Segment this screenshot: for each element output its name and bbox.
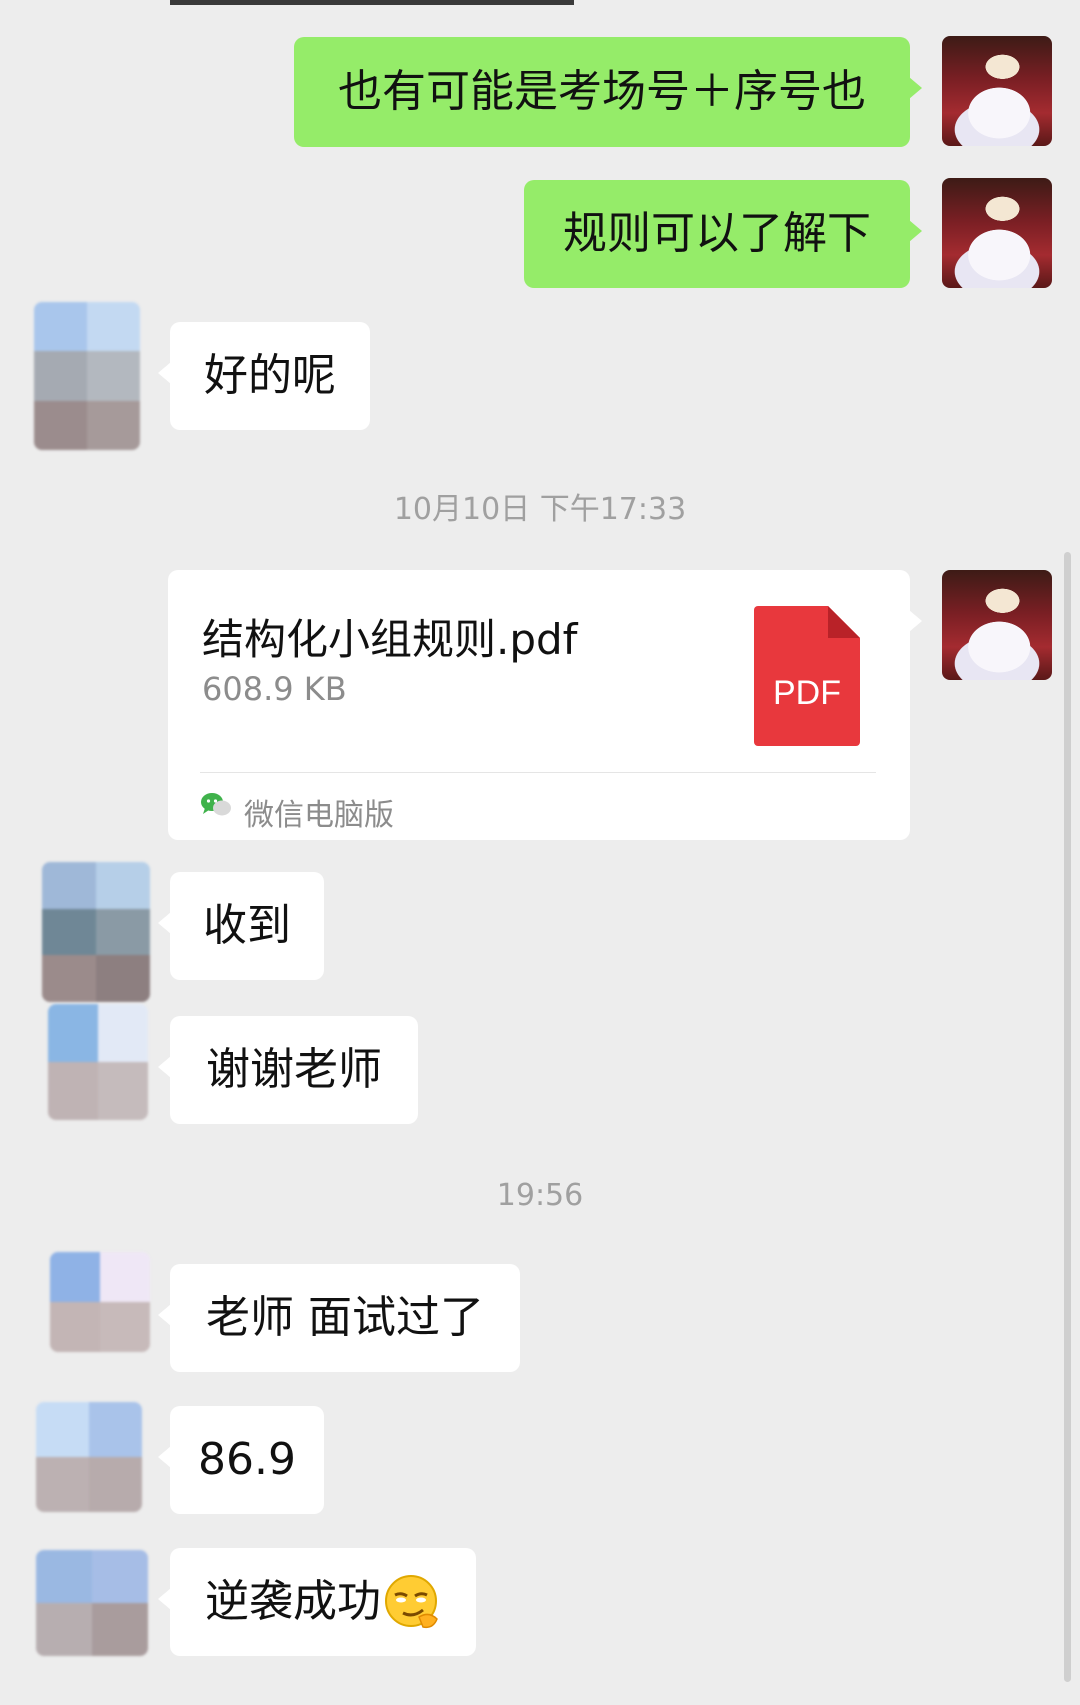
my-avatar[interactable] <box>942 36 1052 146</box>
message-bubble-received[interactable]: 86.9 <box>158 1406 324 1514</box>
file-source-label: 微信电脑版 <box>244 798 394 833</box>
message-bubble-received[interactable]: 收到 <box>158 872 324 980</box>
divider <box>200 772 876 773</box>
message-bubble-received[interactable]: 逆袭成功 <box>158 1548 476 1656</box>
message-bubble-received[interactable]: 谢谢老师 <box>158 1016 418 1124</box>
message-text: 规则可以了解下 <box>563 208 871 259</box>
wechat-icon <box>200 792 232 818</box>
contact-avatar[interactable] <box>50 1252 150 1352</box>
message-bubble-received[interactable]: 好的呢 <box>158 322 370 430</box>
scrollbar[interactable] <box>1064 552 1071 1682</box>
message-text: 收到 <box>203 900 291 951</box>
pdf-icon: PDF <box>754 606 860 746</box>
message-bubble-sent[interactable]: 规则可以了解下 <box>524 180 922 288</box>
pdf-icon-label: PDF <box>773 674 841 712</box>
contact-avatar[interactable] <box>34 302 140 450</box>
message-text: 也有可能是考场号＋序号也 <box>338 66 866 117</box>
file-name: 结构化小组规则.pdf <box>202 615 578 664</box>
message-bubble-received[interactable]: 老师 面试过了 <box>158 1264 520 1372</box>
message-text: 好的呢 <box>204 350 336 401</box>
my-avatar[interactable] <box>942 178 1052 288</box>
file-message-card[interactable]: 结构化小组规则.pdf 608.9 KB PDF 微信电脑版 <box>168 570 922 840</box>
contact-avatar[interactable] <box>36 1550 148 1656</box>
previous-image-message[interactable] <box>170 0 574 5</box>
contact-avatar[interactable] <box>48 1004 148 1120</box>
message-text: 86.9 <box>198 1434 296 1485</box>
message-bubble-sent[interactable]: 也有可能是考场号＋序号也 <box>294 37 922 147</box>
contact-avatar[interactable] <box>42 862 150 1002</box>
contact-avatar[interactable] <box>36 1402 142 1512</box>
timestamp-separator: 19:56 <box>496 1178 584 1213</box>
message-text: 逆袭成功 <box>205 1576 381 1627</box>
file-size: 608.9 KB <box>202 670 347 708</box>
message-text: 老师 面试过了 <box>206 1292 484 1343</box>
my-avatar[interactable] <box>942 570 1052 680</box>
timestamp-separator: 10月10日 下午17:33 <box>393 492 687 527</box>
message-text: 谢谢老师 <box>206 1044 382 1095</box>
smirk-emoji-icon <box>383 1573 441 1631</box>
